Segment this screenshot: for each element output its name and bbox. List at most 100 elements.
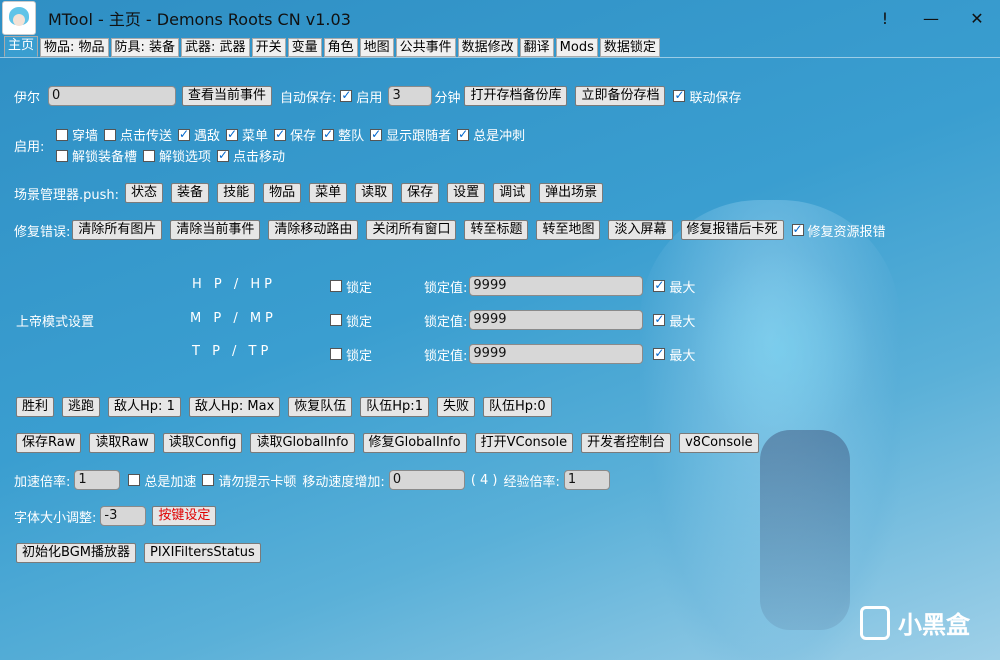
- goto-map-button[interactable]: 转至地图: [536, 220, 601, 240]
- clear-event-button[interactable]: 清除当前事件: [170, 220, 261, 240]
- init-bgm-button[interactable]: 初始化BGM播放器: [16, 543, 136, 563]
- hp-max-check[interactable]: [653, 278, 666, 292]
- scene-skill-button[interactable]: 技能: [217, 183, 256, 203]
- scene-pop-button[interactable]: 弹出场景: [539, 183, 604, 203]
- save-check[interactable]: [274, 127, 287, 141]
- pixi-filters-button[interactable]: PIXIFiltersStatus: [143, 543, 261, 563]
- hp-lock-check[interactable]: [330, 280, 342, 292]
- scene-item-button[interactable]: 物品: [263, 183, 302, 203]
- checkbox-save[interactable]: 保存: [274, 125, 316, 144]
- speed-rate-input[interactable]: 1: [74, 470, 121, 490]
- close-windows-button[interactable]: 关闭所有窗口: [366, 220, 457, 240]
- lose-button[interactable]: 失败: [436, 397, 475, 417]
- linked-save-checkbox[interactable]: 联动保存: [673, 87, 742, 106]
- fade-in-button[interactable]: 淡入屏幕: [608, 220, 673, 240]
- click-teleport-check[interactable]: [104, 128, 117, 141]
- tab-mods[interactable]: Mods: [555, 38, 598, 57]
- view-event-button[interactable]: 查看当前事件: [182, 86, 273, 106]
- mp-lock-check[interactable]: [330, 314, 342, 326]
- tab-data-lock[interactable]: 数据锁定: [599, 38, 660, 57]
- always-speedup-check[interactable]: [128, 474, 141, 486]
- scene-save-button[interactable]: 保存: [401, 183, 440, 203]
- tp-lock-checkbox[interactable]: 锁定: [330, 345, 372, 364]
- hp-max-checkbox[interactable]: 最大: [653, 277, 695, 296]
- interval-input[interactable]: 3: [388, 86, 433, 106]
- checkbox-encounter[interactable]: 遇敌: [178, 125, 220, 144]
- keybind-button[interactable]: 按键设定: [152, 506, 217, 526]
- unlock-options-check[interactable]: [143, 149, 156, 162]
- close-button[interactable]: ✕: [954, 0, 1000, 36]
- exp-rate-input[interactable]: 1: [563, 470, 610, 490]
- fix-freeze-button[interactable]: 修复报错后卡死: [680, 220, 784, 240]
- fix-resource-checkbox[interactable]: 修复资源报错: [791, 221, 886, 240]
- mp-max-check[interactable]: [653, 312, 666, 326]
- checkbox-click-teleport[interactable]: 点击传送: [104, 125, 172, 144]
- checkbox-menu[interactable]: 菜单: [226, 125, 268, 144]
- move-speed-input[interactable]: 0: [388, 470, 465, 490]
- scene-equip-button[interactable]: 装备: [171, 183, 210, 203]
- hp-lock-checkbox[interactable]: 锁定: [330, 277, 372, 296]
- tab-switches[interactable]: 开关: [251, 38, 286, 57]
- load-config-button[interactable]: 读取Config: [162, 433, 243, 453]
- mp-lock-checkbox[interactable]: 锁定: [330, 311, 372, 330]
- scene-options-button[interactable]: 设置: [447, 183, 486, 203]
- load-globalinfo-button[interactable]: 读取GlobalInfo: [250, 433, 355, 453]
- formation-check[interactable]: [322, 127, 335, 141]
- menu-check[interactable]: [226, 127, 239, 141]
- tab-translate[interactable]: 翻译: [519, 38, 554, 57]
- checkbox-unlock-equip[interactable]: 解锁装备槽: [56, 146, 137, 165]
- always-speedup-checkbox[interactable]: 总是加速: [128, 471, 196, 490]
- clear-route-button[interactable]: 清除移动路由: [268, 220, 359, 240]
- tab-armors[interactable]: 防具: 装备: [110, 38, 180, 57]
- scene-load-button[interactable]: 读取: [355, 183, 394, 203]
- scene-status-button[interactable]: 状态: [125, 183, 164, 203]
- show-followers-check[interactable]: [370, 127, 383, 141]
- font-size-input[interactable]: -3: [100, 506, 147, 526]
- devtools-button[interactable]: 开发者控制台: [581, 433, 672, 453]
- tab-items[interactable]: 物品: 物品: [40, 38, 109, 57]
- goto-title-button[interactable]: 转至标题: [464, 220, 529, 240]
- party-hp-0-button[interactable]: 队伍Hp:0: [482, 397, 552, 417]
- win-button[interactable]: 胜利: [16, 397, 55, 417]
- checkbox-show-followers[interactable]: 显示跟随者: [370, 125, 451, 144]
- tab-common-events[interactable]: 公共事件: [395, 38, 456, 57]
- no-lag-warning-checkbox[interactable]: 请勿提示卡顿: [202, 471, 296, 490]
- unlock-equip-check[interactable]: [56, 149, 68, 162]
- checkbox-unlock-options[interactable]: 解锁选项: [143, 146, 211, 165]
- scene-debug-button[interactable]: 调试: [493, 183, 532, 203]
- checkbox-formation[interactable]: 整队: [322, 125, 364, 144]
- party-hp-1-button[interactable]: 队伍Hp:1: [360, 397, 429, 417]
- linked-save-check[interactable]: [673, 88, 686, 102]
- fix-resource-check[interactable]: [791, 222, 804, 236]
- save-raw-button[interactable]: 保存Raw: [16, 433, 82, 453]
- v8console-button[interactable]: v8Console: [679, 433, 759, 453]
- minimize-button[interactable]: —: [908, 0, 954, 36]
- tp-lock-check[interactable]: [330, 348, 342, 360]
- enemy-hp-max-button[interactable]: 敌人Hp: Max: [188, 397, 281, 417]
- open-vconsole-button[interactable]: 打开VConsole: [474, 433, 574, 453]
- tab-variables[interactable]: 变量: [287, 38, 322, 57]
- always-dash-check[interactable]: [457, 127, 470, 141]
- checkbox-click-move[interactable]: 点击移动: [217, 146, 285, 165]
- hp-lock-input[interactable]: 9999: [469, 276, 644, 296]
- no-lag-warning-check[interactable]: [202, 474, 215, 486]
- tp-max-check[interactable]: [653, 346, 666, 360]
- tp-max-checkbox[interactable]: 最大: [653, 345, 695, 364]
- tab-maps[interactable]: 地图: [359, 38, 394, 57]
- clear-pictures-button[interactable]: 清除所有图片: [72, 220, 163, 240]
- load-raw-button[interactable]: 读取Raw: [89, 433, 155, 453]
- tab-data-edit[interactable]: 数据修改: [457, 38, 518, 57]
- enemy-hp-1-button[interactable]: 敌人Hp: 1: [108, 397, 181, 417]
- encounter-check[interactable]: [178, 127, 191, 141]
- tab-home[interactable]: 主页: [4, 36, 39, 57]
- mp-lock-input[interactable]: 9999: [469, 310, 644, 330]
- checkbox-always-dash[interactable]: 总是冲刺: [457, 125, 525, 144]
- mp-max-checkbox[interactable]: 最大: [653, 311, 695, 330]
- tab-actors[interactable]: 角色: [323, 38, 358, 57]
- open-backup-button[interactable]: 打开存档备份库: [464, 86, 568, 106]
- noclip-check[interactable]: [56, 128, 68, 141]
- fix-globalinfo-button[interactable]: 修复GlobalInfo: [362, 433, 467, 453]
- checkbox-noclip[interactable]: 穿墙: [56, 125, 98, 144]
- recover-party-button[interactable]: 恢复队伍: [288, 397, 353, 417]
- backup-now-button[interactable]: 立即备份存档: [575, 86, 666, 106]
